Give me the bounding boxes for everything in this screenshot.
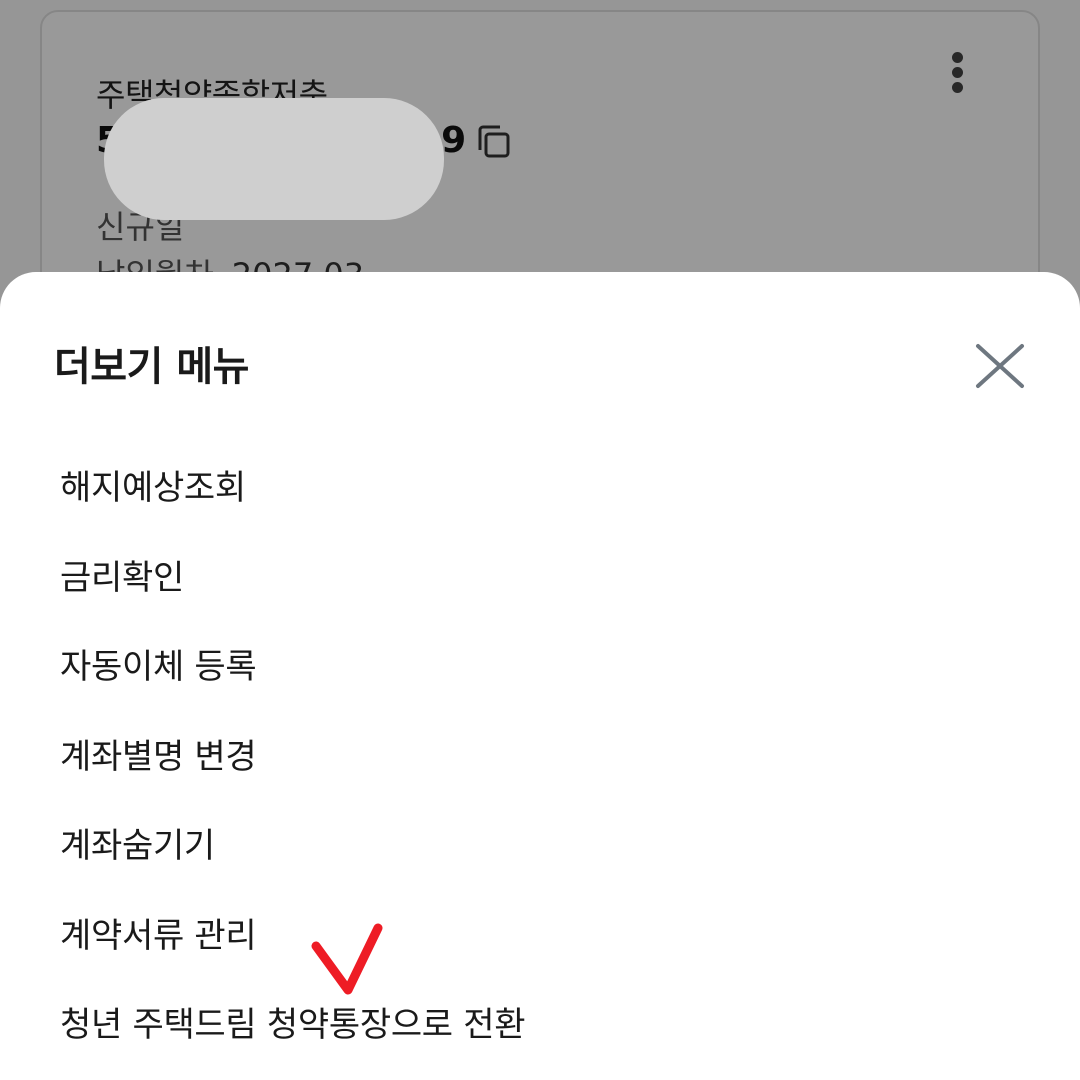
menu-list: 해지예상조회 금리확인 자동이체 등록 계좌별명 변경 계좌숨기기 계약서류 관… — [0, 440, 1080, 1067]
menu-item-interest-rate[interactable]: 금리확인 — [0, 530, 1080, 620]
more-menu-sheet: 더보기 메뉴 해지예상조회 금리확인 자동이체 등록 계좌별명 변경 계좌숨기기… — [0, 272, 1080, 1080]
menu-item-hide-account[interactable]: 계좌숨기기 — [0, 798, 1080, 888]
menu-item-convert-youth-account[interactable]: 청년 주택드림 청약통장으로 전환 — [0, 977, 1080, 1067]
redaction-mask — [104, 98, 444, 220]
menu-item-auto-transfer[interactable]: 자동이체 등록 — [0, 619, 1080, 709]
close-icon — [976, 344, 1024, 388]
sheet-title: 더보기 메뉴 — [54, 344, 249, 390]
check-mark-icon — [311, 923, 383, 995]
menu-item-account-nickname[interactable]: 계좌별명 변경 — [0, 709, 1080, 799]
menu-item-contract-documents[interactable]: 계약서류 관리 — [0, 888, 1080, 978]
close-button[interactable] — [962, 328, 1038, 404]
menu-item-termination-estimate[interactable]: 해지예상조회 — [0, 440, 1080, 530]
